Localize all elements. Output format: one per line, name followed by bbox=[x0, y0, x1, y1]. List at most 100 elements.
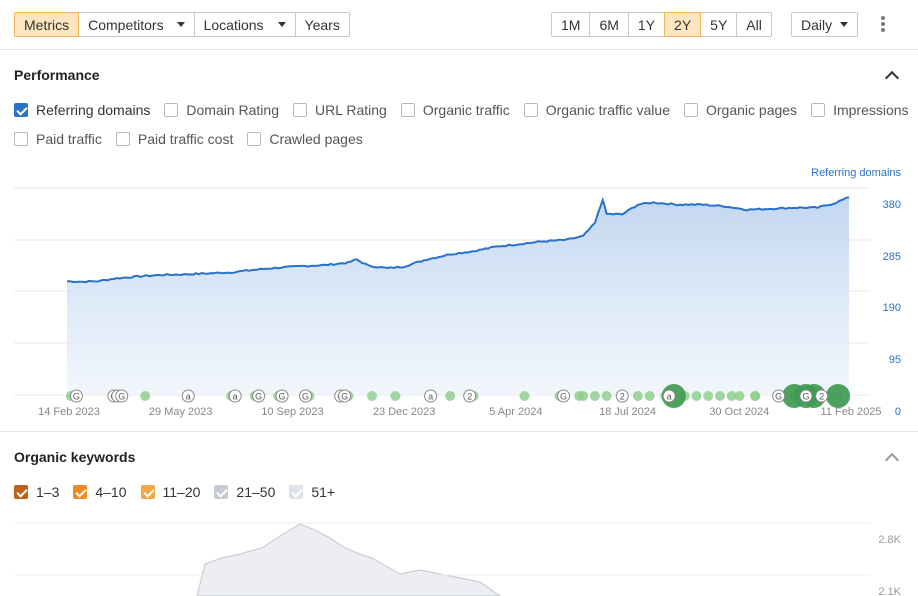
performance-chart[interactable]: GGaGaaGGGGGa2G2aGG2 380285190950 14 Feb … bbox=[0, 160, 918, 420]
annotation-letter-marker[interactable]: a bbox=[228, 389, 242, 403]
annotation-marker[interactable] bbox=[714, 391, 725, 401]
annotation-letter-marker[interactable]: 2 bbox=[463, 389, 477, 403]
range-selector: 1M 6M 1Y 2Y 5Y All bbox=[551, 12, 772, 37]
checkbox-domain-rating[interactable]: Domain Rating bbox=[164, 102, 279, 118]
annotation-letter-marker[interactable]: 2 bbox=[615, 389, 629, 403]
checkbox-box bbox=[14, 103, 28, 117]
range-1y[interactable]: 1Y bbox=[627, 12, 666, 37]
annotation-letter-marker[interactable]: G bbox=[252, 389, 266, 403]
svg-text:a: a bbox=[667, 392, 672, 402]
svg-text:G: G bbox=[255, 392, 262, 402]
annotation-letter-marker[interactable]: G bbox=[799, 389, 813, 403]
organic-keywords-chart[interactable]: 2.8K 2.1K bbox=[0, 516, 918, 596]
checkbox-label: Impressions bbox=[833, 102, 909, 118]
annotation-marker[interactable] bbox=[644, 391, 655, 401]
checkbox-label: 21–50 bbox=[236, 484, 276, 500]
y-tick-label: 95 bbox=[889, 354, 901, 366]
svg-text:2: 2 bbox=[620, 392, 625, 402]
checkbox-referring-domains[interactable]: Referring domains bbox=[14, 102, 150, 118]
checkbox-label: 51+ bbox=[311, 484, 336, 500]
range-2y[interactable]: 2Y bbox=[664, 12, 702, 37]
y-tick-label: 190 bbox=[883, 302, 901, 314]
annotation-marker[interactable] bbox=[366, 391, 377, 401]
annotation-letter-marker[interactable]: a bbox=[662, 389, 676, 403]
annotation-marker[interactable] bbox=[750, 391, 761, 401]
metric-checkboxes-row-2: Paid traffic Paid traffic cost Crawled p… bbox=[14, 131, 377, 147]
annotation-marker[interactable] bbox=[703, 391, 714, 401]
checkbox-impressions[interactable]: Impressions bbox=[811, 102, 909, 118]
svg-text:G: G bbox=[341, 392, 348, 402]
kebab-icon[interactable] bbox=[878, 14, 888, 34]
annotation-letter-marker[interactable]: G bbox=[299, 389, 313, 403]
interval-dropdown[interactable]: Daily bbox=[791, 12, 859, 37]
caret-down-icon bbox=[840, 22, 849, 27]
checkbox-box bbox=[400, 103, 415, 117]
annotation-letter-marker[interactable]: G bbox=[115, 389, 129, 403]
annotation-cluster[interactable] bbox=[826, 384, 851, 408]
annotation-marker[interactable] bbox=[519, 391, 530, 401]
checkbox-box bbox=[14, 132, 28, 146]
position-filter-2[interactable]: 11–20 bbox=[140, 484, 200, 500]
range-5y[interactable]: 5Y bbox=[700, 12, 738, 37]
annotation-marker[interactable] bbox=[140, 391, 151, 401]
range-6m[interactable]: 6M bbox=[589, 12, 629, 37]
annotation-letter-marker[interactable]: a bbox=[424, 389, 438, 403]
position-filter-4[interactable]: 51+ bbox=[289, 484, 335, 500]
position-filter-1[interactable]: 4–10 bbox=[73, 484, 127, 500]
annotation-marker[interactable] bbox=[734, 391, 745, 401]
annotation-letter-marker[interactable]: G bbox=[557, 389, 571, 403]
checkbox-paid-traffic[interactable]: Paid traffic bbox=[14, 131, 102, 147]
x-tick-label: 29 May 2023 bbox=[149, 406, 213, 418]
chevron-up-icon[interactable] bbox=[884, 452, 900, 468]
tab-label: Competitors bbox=[88, 16, 164, 33]
annotation-marker[interactable] bbox=[601, 391, 612, 401]
checkbox-box bbox=[289, 485, 304, 499]
svg-text:a: a bbox=[428, 392, 433, 402]
view-tabs: Metrics Competitors Locations Years bbox=[14, 12, 350, 37]
checkbox-organic-traffic-value[interactable]: Organic traffic value bbox=[523, 102, 670, 118]
tab-metrics[interactable]: Metrics bbox=[14, 12, 80, 37]
annotation-marker[interactable] bbox=[578, 391, 589, 401]
tab-label: Locations bbox=[203, 16, 264, 33]
annotation-letter-marker[interactable]: 2 bbox=[815, 389, 829, 403]
position-filter-3[interactable]: 21–50 bbox=[214, 484, 275, 500]
chart-legend-label[interactable]: Referring domains bbox=[811, 167, 901, 179]
annotation-letter-marker[interactable]: G bbox=[69, 389, 83, 403]
annotation-letter-marker[interactable]: G bbox=[772, 389, 786, 403]
annotation-marker[interactable] bbox=[589, 391, 600, 401]
annotation-marker[interactable] bbox=[390, 391, 401, 401]
svg-text:G: G bbox=[302, 392, 309, 402]
checkbox-label: Paid traffic bbox=[36, 131, 102, 147]
svg-text:2: 2 bbox=[819, 392, 824, 402]
chevron-up-icon[interactable] bbox=[884, 70, 900, 86]
checkbox-organic-pages[interactable]: Organic pages bbox=[684, 102, 797, 118]
checkbox-paid-traffic-cost[interactable]: Paid traffic cost bbox=[115, 131, 233, 147]
annotation-marker[interactable] bbox=[445, 391, 456, 401]
x-tick-label: 10 Sep 2023 bbox=[261, 406, 323, 418]
y-tick-label: 2.8K bbox=[878, 534, 901, 546]
range-1m[interactable]: 1M bbox=[551, 12, 591, 37]
svg-text:G: G bbox=[118, 392, 125, 402]
x-tick-label: 23 Dec 2023 bbox=[373, 406, 435, 418]
checkbox-url-rating[interactable]: URL Rating bbox=[293, 102, 387, 118]
position-filter-0[interactable]: 1–3 bbox=[14, 484, 59, 500]
annotation-marker[interactable] bbox=[632, 391, 643, 401]
range-all[interactable]: All bbox=[736, 12, 772, 37]
checkbox-label: URL Rating bbox=[315, 102, 387, 118]
checkbox-crawled-pages[interactable]: Crawled pages bbox=[247, 131, 363, 147]
svg-text:a: a bbox=[186, 392, 191, 402]
checkbox-box bbox=[140, 485, 155, 499]
tab-label: Years bbox=[304, 16, 340, 33]
annotation-letter-marker[interactable]: a bbox=[181, 389, 195, 403]
checkbox-organic-traffic[interactable]: Organic traffic bbox=[400, 102, 510, 118]
tab-locations[interactable]: Locations bbox=[193, 12, 296, 37]
checkbox-box bbox=[247, 132, 262, 146]
tab-competitors[interactable]: Competitors bbox=[78, 12, 195, 37]
annotation-letter-marker[interactable]: G bbox=[338, 389, 352, 403]
tab-years[interactable]: Years bbox=[294, 12, 350, 37]
svg-text:G: G bbox=[775, 392, 782, 402]
annotation-letter-marker[interactable]: G bbox=[275, 389, 289, 403]
svg-text:G: G bbox=[560, 392, 567, 402]
annotation-marker[interactable] bbox=[691, 391, 702, 401]
checkbox-box bbox=[164, 103, 179, 117]
